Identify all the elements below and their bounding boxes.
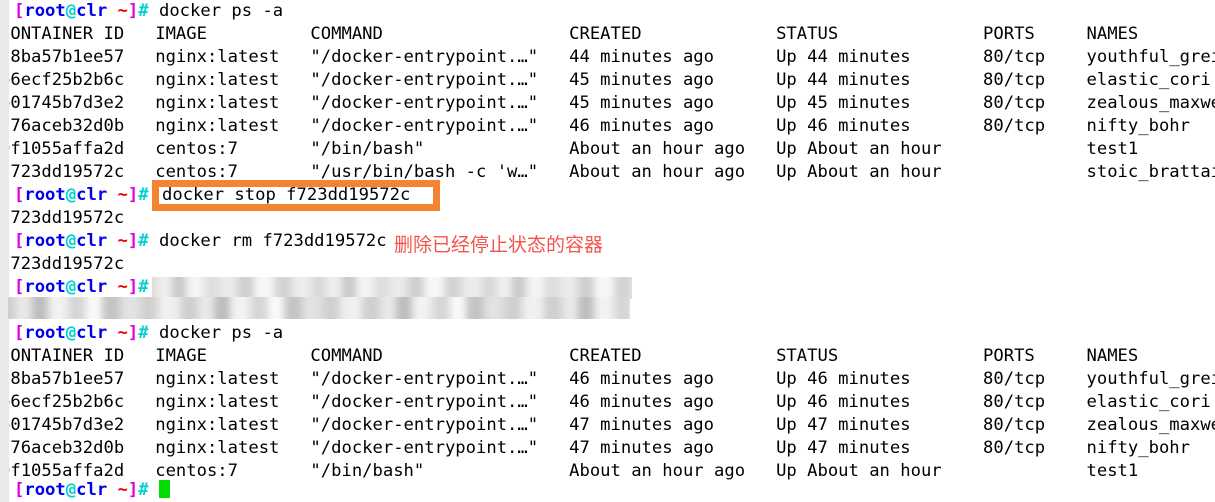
prompt-close-bracket: ]	[127, 323, 139, 343]
output-removed-container-id: f723dd19572c	[0, 254, 125, 274]
prompt-tilde: ~	[117, 277, 128, 297]
terminal-left-gutter	[0, 0, 9, 502]
prompt-hash: #	[138, 277, 149, 297]
table-row: 58ba57b1ee57 nginx:latest "/docker-entry…	[0, 47, 1215, 67]
prompt-hash: #	[138, 1, 149, 21]
prompt-space-3	[107, 231, 117, 251]
prompt-line-3: [root@clr ~]# docker rm f723dd19572c	[0, 230, 387, 253]
prompt-space-2	[107, 185, 117, 205]
prompt-open-bracket: [	[14, 231, 25, 251]
table-row: 376aceb32d0b nginx:latest "/docker-entry…	[0, 116, 1190, 136]
prompt-space-6	[107, 480, 117, 500]
prompt-host: clr	[76, 480, 108, 500]
ps-table-header-2: CONTAINER ID IMAGE COMMAND CREATED STATU…	[0, 346, 1139, 366]
prompt-close-bracket: ]	[127, 231, 139, 251]
prompt-hash: #	[138, 231, 149, 251]
prompt-hash: #	[138, 323, 149, 343]
prompt-open-bracket: [	[14, 1, 25, 21]
prompt-host: clr	[76, 323, 108, 343]
prompt-close-bracket: ]	[127, 1, 139, 21]
table-row: b6ecf25b2b6c nginx:latest "/docker-entry…	[0, 392, 1211, 412]
prompt-hash: #	[138, 480, 149, 500]
prompt-tilde: ~	[117, 323, 128, 343]
prompt-user: root	[24, 323, 66, 343]
prompt-host: clr	[76, 231, 108, 251]
table-row: 376aceb32d0b nginx:latest "/docker-entry…	[0, 438, 1190, 458]
terminal-window[interactable]: [root@clr ~]# docker ps -a CONTAINER ID …	[0, 0, 1215, 502]
prompt-hash: #	[138, 185, 149, 205]
prompt-host: clr	[76, 277, 108, 297]
prompt-tilde: ~	[117, 185, 128, 205]
prompt-at: @	[65, 185, 77, 205]
prompt-at: @	[65, 277, 77, 297]
prompt-at: @	[65, 323, 77, 343]
prompt-user: root	[24, 277, 66, 297]
table-row: 0f1055affa2d centos:7 "/bin/bash" About …	[0, 461, 1139, 481]
annotation-text: 删除已经停止状态的容器	[394, 234, 604, 256]
table-row: 58ba57b1ee57 nginx:latest "/docker-entry…	[0, 369, 1215, 389]
prompt-host: clr	[76, 1, 108, 21]
prompt-user: root	[24, 231, 66, 251]
prompt-user: root	[24, 1, 66, 21]
prompt-open-bracket: [	[14, 323, 25, 343]
table-row: b01745b7d3e2 nginx:latest "/docker-entry…	[0, 93, 1215, 113]
prompt-open-bracket: [	[14, 185, 25, 205]
redaction-blur-output	[8, 297, 630, 319]
prompt-space-4	[107, 277, 117, 297]
prompt-tilde: ~	[117, 231, 128, 251]
text-cursor	[158, 480, 170, 498]
prompt-at: @	[65, 1, 77, 21]
command-docker-ps-a-2[interactable]: docker ps -a	[159, 323, 283, 343]
prompt-at: @	[65, 231, 77, 251]
prompt-host: clr	[76, 185, 108, 205]
output-stopped-container-id: f723dd19572c	[0, 208, 125, 228]
highlighted-command-text[interactable]: docker stop f723dd19572c	[162, 184, 410, 207]
table-row: b6ecf25b2b6c nginx:latest "/docker-entry…	[0, 70, 1211, 90]
prompt-line-1: [root@clr ~]# docker ps -a	[0, 0, 283, 23]
redaction-blur-command	[152, 277, 632, 299]
prompt-close-bracket: ]	[127, 185, 139, 205]
prompt-close-bracket: ]	[127, 480, 139, 500]
prompt-line-6: [root@clr ~]#	[0, 479, 170, 502]
prompt-close-bracket: ]	[127, 277, 139, 297]
prompt-user: root	[24, 480, 66, 500]
prompt-line-4-redacted: [root@clr ~]#	[0, 276, 149, 299]
prompt-space-1	[107, 1, 117, 21]
table-row: b01745b7d3e2 nginx:latest "/docker-entry…	[0, 415, 1215, 435]
prompt-open-bracket: [	[14, 277, 25, 297]
prompt-open-bracket: [	[14, 480, 25, 500]
prompt-line-5: [root@clr ~]# docker ps -a	[0, 322, 283, 345]
prompt-user: root	[24, 185, 66, 205]
prompt-space-5	[107, 323, 117, 343]
command-docker-ps-a-1[interactable]: docker ps -a	[159, 1, 283, 21]
prompt-line-2: [root@clr ~]#	[0, 184, 149, 207]
terminal-screen: [root@clr ~]# docker ps -a CONTAINER ID …	[0, 0, 1215, 502]
command-docker-rm[interactable]: docker rm f723dd19572c	[159, 231, 387, 251]
prompt-tilde: ~	[117, 1, 128, 21]
prompt-at: @	[65, 480, 77, 500]
ps-table-header-1: CONTAINER ID IMAGE COMMAND CREATED STATU…	[0, 24, 1139, 44]
prompt-tilde: ~	[117, 480, 128, 500]
table-row: 0f1055affa2d centos:7 "/bin/bash" About …	[0, 139, 1139, 159]
